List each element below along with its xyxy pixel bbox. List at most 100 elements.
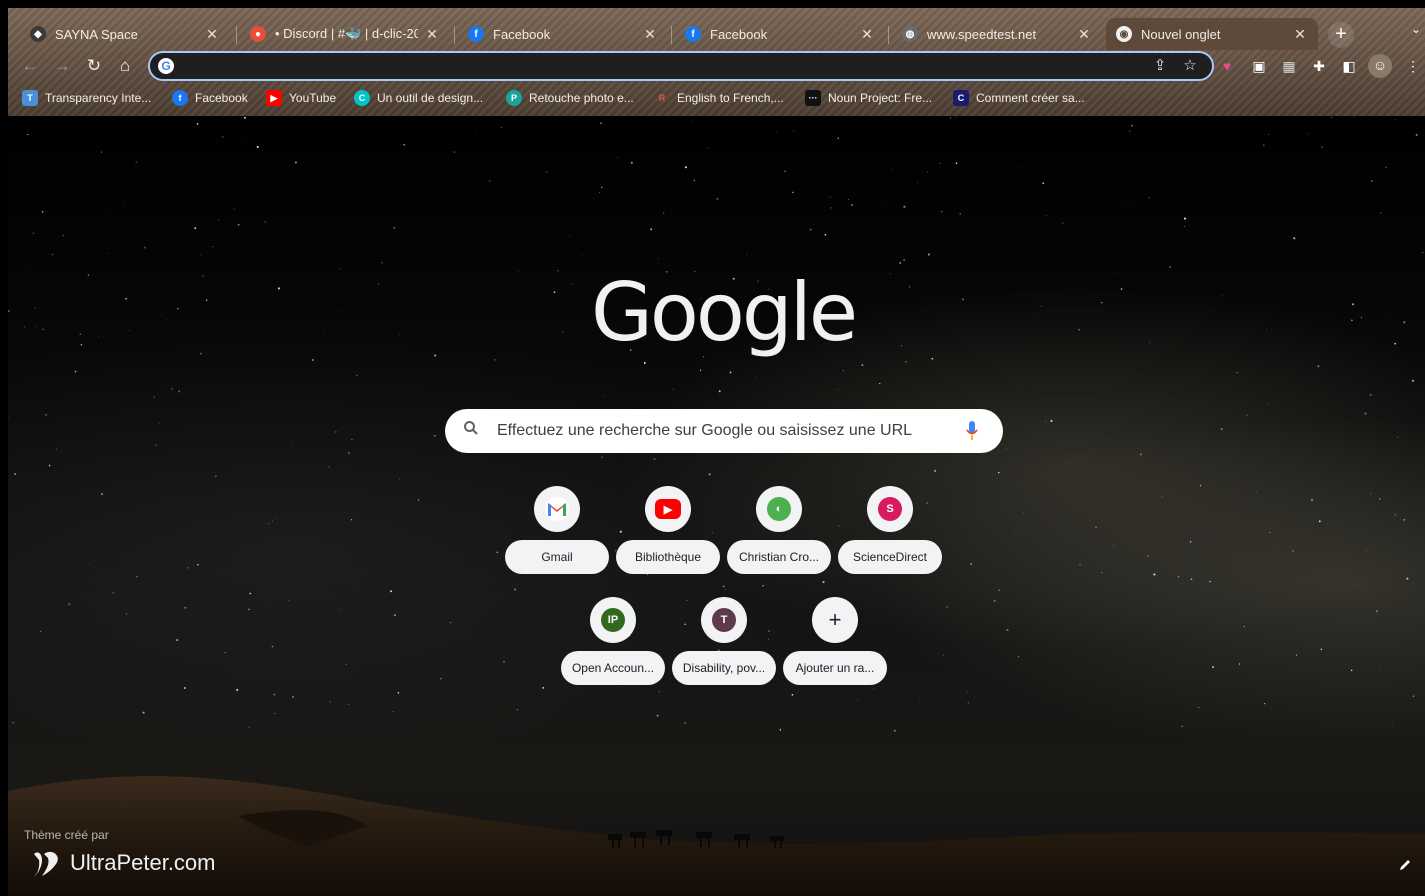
star [1295, 582, 1297, 584]
back-icon[interactable]: ← [18, 54, 42, 78]
star [872, 353, 873, 355]
star [440, 678, 442, 680]
star [100, 151, 103, 153]
star [115, 183, 117, 185]
star [571, 283, 573, 285]
shortcut-label: Ajouter un ra... [783, 651, 887, 685]
pencil-icon[interactable] [1398, 858, 1418, 878]
star [1321, 146, 1323, 148]
bookmark-item[interactable]: f Facebook [172, 90, 248, 106]
google-logo: Google [590, 266, 858, 359]
reload-icon[interactable]: ↻ [82, 54, 106, 78]
star [955, 117, 957, 119]
star [993, 599, 996, 602]
shortcut-gmail[interactable]: Gmail [505, 486, 609, 586]
search-input[interactable] [497, 419, 937, 443]
avatar[interactable]: ☺ [1368, 54, 1392, 78]
close-icon[interactable]: ✕ [1076, 26, 1092, 43]
star [1147, 555, 1150, 557]
tab-speedtest[interactable]: ◍ www.speedtest.net ✕ [892, 18, 1102, 50]
close-icon[interactable]: ✕ [204, 26, 220, 43]
bookmark-item[interactable]: C Un outil de design... [354, 90, 483, 106]
star [264, 220, 267, 223]
url-input[interactable] [182, 55, 1142, 77]
star [1385, 166, 1387, 169]
theme-brand-link[interactable]: UltraPeter.com [30, 846, 216, 880]
star [722, 585, 725, 588]
heart-extension-icon[interactable]: ♥ [1216, 55, 1238, 77]
star [1292, 550, 1294, 552]
close-icon[interactable]: ✕ [859, 26, 875, 43]
star [1353, 116, 1355, 118]
star [707, 147, 709, 149]
new-tab-button[interactable]: + [1328, 22, 1354, 48]
star [159, 423, 161, 425]
microphone-icon[interactable] [965, 420, 979, 442]
puzzle-icon[interactable]: ✚ [1308, 55, 1330, 77]
side-panel-icon[interactable]: ◧ [1338, 55, 1360, 77]
tab-sayna[interactable]: ◆ SAYNA Space ✕ [20, 18, 230, 50]
chevron-down-icon[interactable]: ⌄ [1411, 22, 1421, 36]
star [79, 333, 81, 335]
shortcut-icon-wrapper: + [812, 597, 858, 643]
star [35, 326, 37, 328]
star [1101, 571, 1103, 574]
star [183, 687, 186, 689]
star [1046, 214, 1047, 216]
star [399, 478, 400, 480]
star [1394, 342, 1397, 345]
star [718, 390, 721, 393]
bookmark-item[interactable]: ··· Noun Project: Fre... [805, 90, 932, 106]
star [1095, 526, 1097, 528]
star [1395, 118, 1396, 120]
shortcut-bibliotheque[interactable]: ▶ Bibliothèque [616, 486, 720, 586]
bookmark-item[interactable]: T Transparency Inte... [22, 90, 151, 106]
lock-extension-icon[interactable]: ▣ [1248, 55, 1270, 77]
shortcut-disability[interactable]: T Disability, pov... [672, 597, 776, 697]
shortcut-christian[interactable]: ◐ Christian Cro... [727, 486, 831, 586]
star [1127, 200, 1129, 202]
star [796, 467, 797, 468]
star [1246, 414, 1248, 417]
star [237, 223, 240, 226]
bookmark-item[interactable]: P Retouche photo e... [506, 90, 634, 106]
star [378, 283, 380, 285]
star [1246, 369, 1248, 371]
bookmark-item[interactable]: C Comment créer sa... [953, 90, 1085, 106]
star [177, 308, 179, 310]
close-icon[interactable]: ✕ [642, 26, 658, 43]
star [1366, 549, 1367, 551]
star-icon[interactable]: ☆ [1180, 56, 1200, 76]
tab-discord[interactable]: ● • Discord | #🐳 | d-clic-20 ✕ [240, 18, 450, 50]
star [1148, 197, 1150, 199]
shortcut-sciencedirect[interactable]: S ScienceDirect [838, 486, 942, 586]
star [943, 654, 945, 656]
bookmark-item[interactable]: R English to French,... [654, 90, 784, 106]
share-icon[interactable]: ⇪ [1150, 56, 1170, 76]
star [885, 177, 887, 178]
star [1131, 124, 1133, 127]
search-box[interactable] [445, 409, 1003, 453]
tab-new-tab[interactable]: ◉ Nouvel onglet ✕ [1106, 18, 1318, 50]
tab-facebook-1[interactable]: f Facebook ✕ [458, 18, 668, 50]
bookmark-item[interactable]: ▶ YouTube [266, 90, 336, 106]
star [996, 622, 998, 623]
shortcut-add[interactable]: + Ajouter un ra... [783, 597, 887, 697]
address-bar[interactable]: G ⇪ ☆ [148, 51, 1214, 81]
star [891, 168, 893, 171]
tab-facebook-2[interactable]: f Facebook ✕ [675, 18, 885, 50]
star [1422, 251, 1424, 253]
star [599, 192, 601, 194]
star [946, 606, 949, 608]
star [1370, 493, 1372, 495]
grid-extension-icon[interactable]: ▦ [1278, 55, 1300, 77]
star [1415, 133, 1418, 136]
more-vert-icon[interactable]: ⋮ [1402, 55, 1424, 77]
star [445, 408, 447, 410]
shortcut-open-access[interactable]: IP Open Accoun... [561, 597, 665, 697]
forward-icon[interactable]: → [50, 54, 74, 78]
close-icon[interactable]: ✕ [424, 26, 440, 43]
star [224, 652, 226, 654]
close-icon[interactable]: ✕ [1292, 26, 1308, 43]
home-icon[interactable]: ⌂ [113, 54, 137, 78]
